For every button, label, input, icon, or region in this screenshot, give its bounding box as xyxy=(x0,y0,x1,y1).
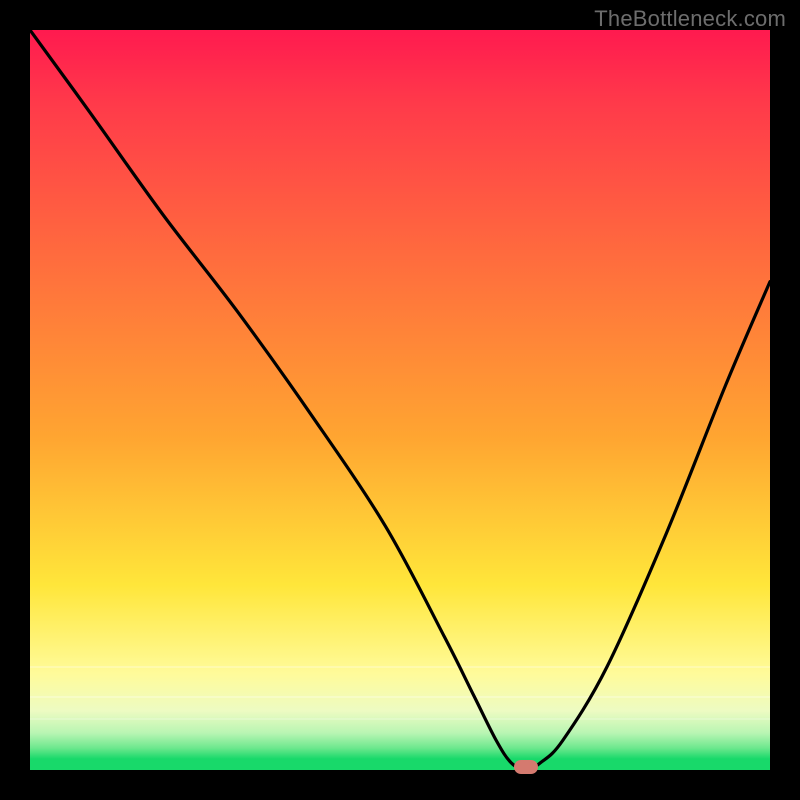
curve-svg xyxy=(30,30,770,770)
watermark-text: TheBottleneck.com xyxy=(594,6,786,32)
bottleneck-curve-path xyxy=(30,30,770,770)
optimal-point-marker xyxy=(514,760,538,774)
plot-area xyxy=(30,30,770,770)
chart-frame: TheBottleneck.com xyxy=(0,0,800,800)
